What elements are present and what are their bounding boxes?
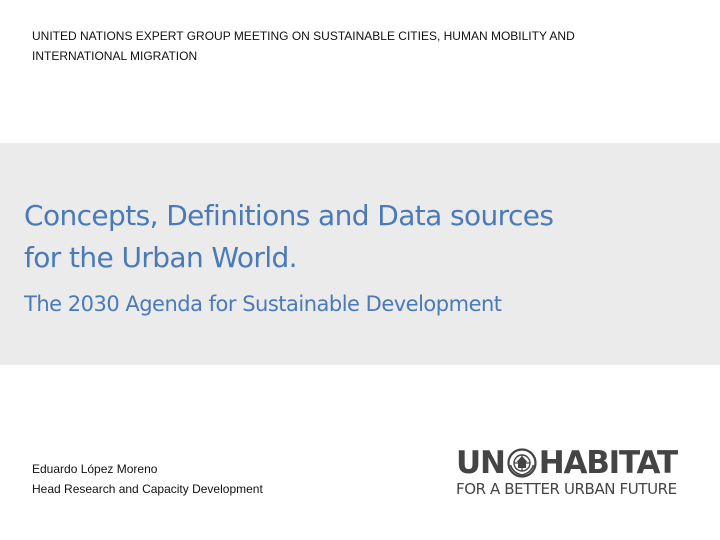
- logo-habitat-text: HABITAT: [538, 445, 678, 481]
- un-habitat-logo: UN HABITAT FOR A BETTER URBAN FUTURE: [456, 445, 696, 499]
- author-block: Eduardo López Moreno Head Research and C…: [32, 459, 392, 499]
- logo-tagline: FOR A BETTER URBAN FUTURE: [456, 480, 677, 498]
- title-line-1: Concepts, Definitions and Data sources: [24, 199, 554, 232]
- un-emblem-icon: [507, 448, 537, 478]
- title-line-2: for the Urban World.: [24, 241, 298, 274]
- logo-un-text: UN: [456, 445, 506, 481]
- slide-subtitle: The 2030 Agenda for Sustainable Developm…: [24, 292, 502, 316]
- author-role: Head Research and Capacity Development: [32, 482, 263, 496]
- author-name: Eduardo López Moreno: [32, 462, 158, 476]
- meeting-header: UNITED NATIONS EXPERT GROUP MEETING ON S…: [32, 29, 575, 63]
- slide-title: Concepts, Definitions and Data sources f…: [24, 195, 644, 279]
